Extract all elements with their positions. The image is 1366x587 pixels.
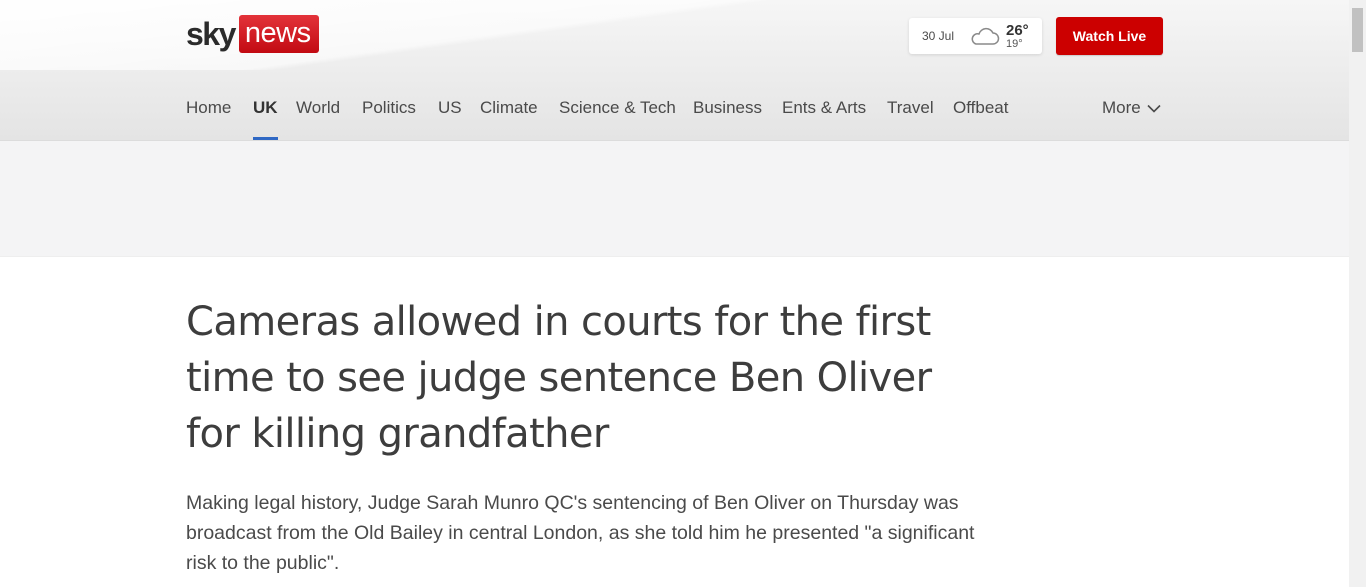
- article: Cameras allowed in courts for the first …: [186, 294, 986, 578]
- article-headline: Cameras allowed in courts for the first …: [186, 299, 932, 457]
- nav-item-world[interactable]: World: [296, 90, 340, 126]
- sky-news-logo[interactable]: sky news: [186, 14, 319, 54]
- page-scrollbar[interactable]: [1349, 0, 1366, 587]
- nav-item-climate[interactable]: Climate: [480, 90, 538, 126]
- weather-temperatures: 26° 19°: [1006, 23, 1029, 50]
- chevron-down-icon: [1147, 104, 1161, 113]
- advert-placeholder: [0, 141, 1349, 257]
- cloud-icon: [971, 27, 1000, 45]
- weather-widget[interactable]: 30 Jul 26° 19°: [909, 18, 1042, 54]
- nav-item-offbeat[interactable]: Offbeat: [953, 90, 1008, 126]
- site-header: sky news 30 Jul 26° 19° Watch Live Home …: [0, 0, 1349, 141]
- more-label: More: [1102, 98, 1141, 117]
- nav-item-business[interactable]: Business: [693, 90, 762, 126]
- scrollbar-thumb[interactable]: [1352, 8, 1363, 52]
- weather-date: 30 Jul: [922, 29, 955, 43]
- weather-high: 26°: [1006, 21, 1029, 39]
- nav-item-ents-arts[interactable]: Ents & Arts: [782, 90, 866, 126]
- nav-item-us[interactable]: US: [438, 90, 462, 126]
- weather-low: 19°: [1006, 37, 1023, 50]
- article-standfirst: Making legal history, Judge Sarah Munro …: [186, 492, 975, 574]
- nav-item-home[interactable]: Home: [186, 90, 231, 126]
- page-viewport: sky news 30 Jul 26° 19° Watch Live Home …: [0, 0, 1349, 587]
- watch-live-button[interactable]: Watch Live: [1056, 17, 1163, 55]
- nav-item-travel[interactable]: Travel: [887, 90, 934, 126]
- nav-item-politics[interactable]: Politics: [362, 90, 416, 126]
- nav-item-science-tech[interactable]: Science & Tech: [559, 90, 676, 126]
- more-menu-button[interactable]: More: [1102, 90, 1161, 126]
- logo-sky-text: sky: [186, 16, 236, 52]
- nav-item-uk[interactable]: UK: [253, 90, 278, 140]
- logo-news-text: news: [238, 15, 319, 53]
